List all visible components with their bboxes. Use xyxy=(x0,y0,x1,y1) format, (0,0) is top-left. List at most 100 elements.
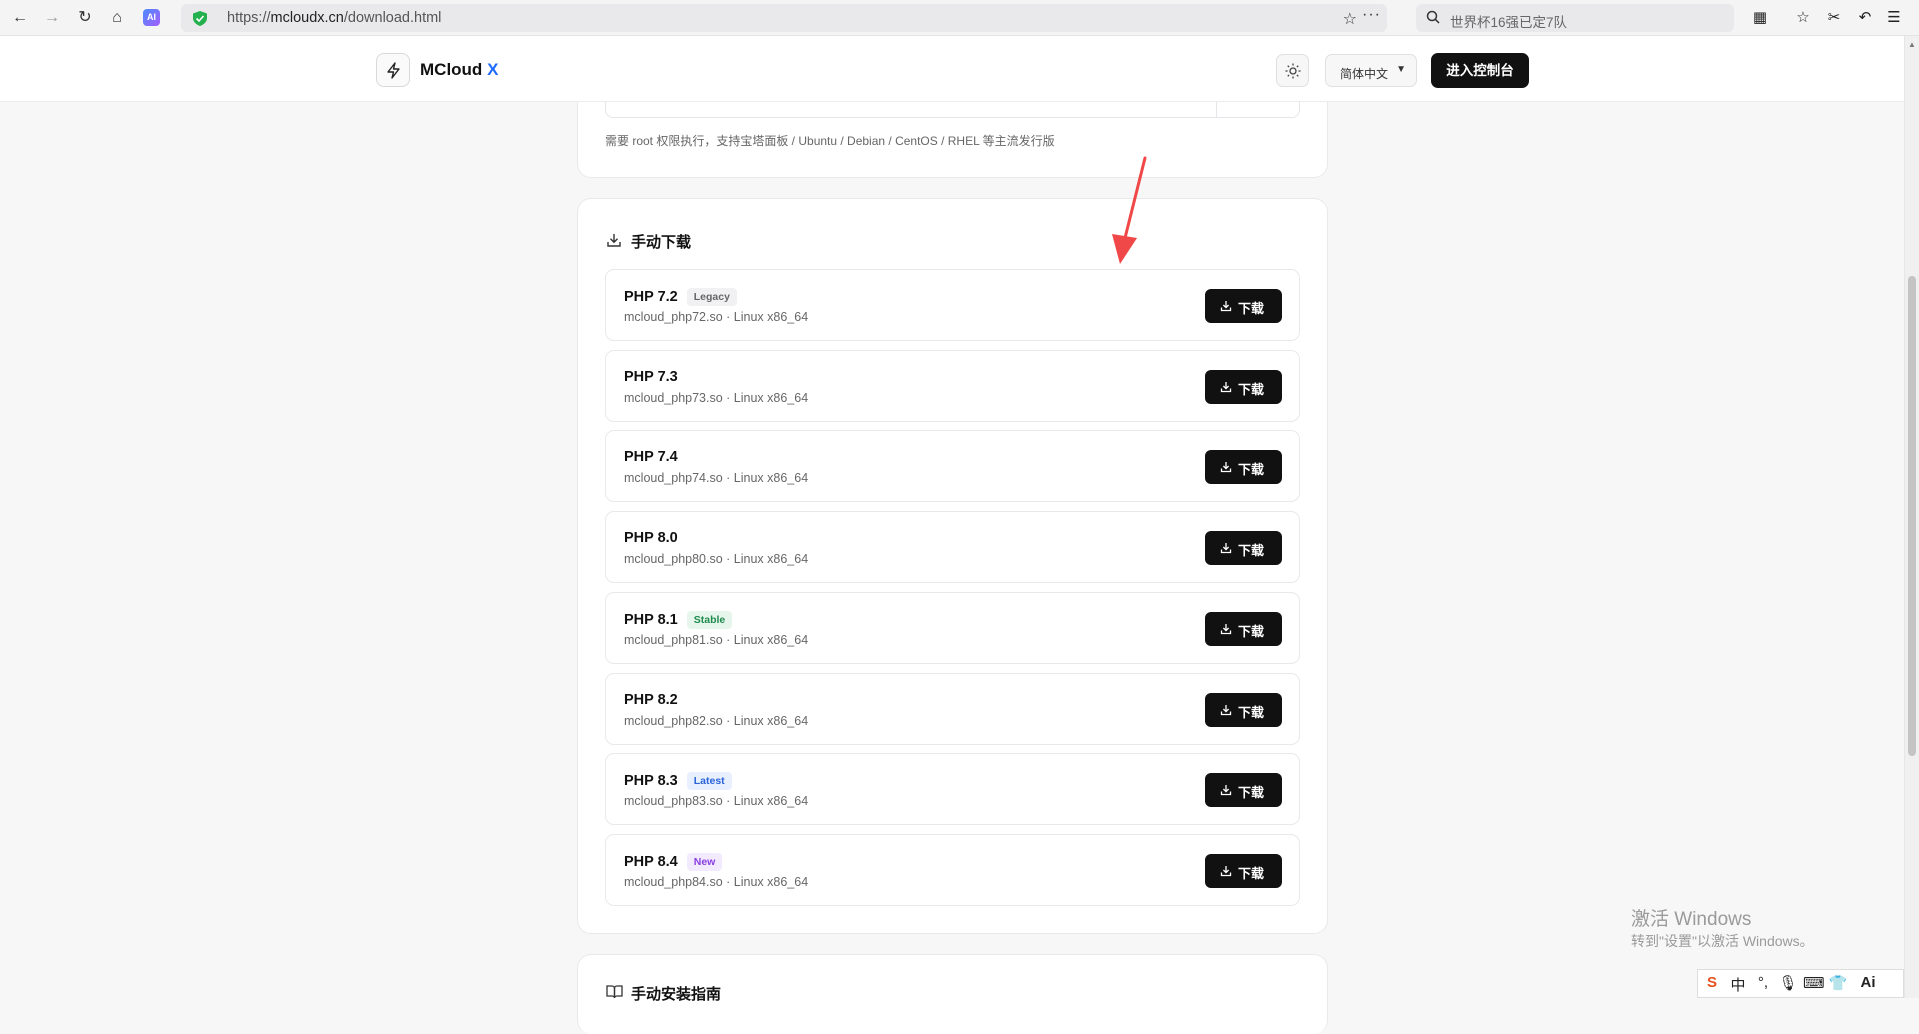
version-tag-badge: Legacy xyxy=(686,288,737,306)
shield-icon xyxy=(193,11,207,26)
file-info: mcloud_php83.so · Linux x86_64 xyxy=(624,794,809,809)
download-button[interactable]: 下载 xyxy=(1205,531,1282,566)
download-button-label: 下载 xyxy=(1238,462,1265,478)
download-icon xyxy=(1220,704,1232,715)
download-button[interactable]: 下载 xyxy=(1205,692,1282,727)
back-icon[interactable]: ← xyxy=(10,8,30,28)
download-icon xyxy=(1220,462,1232,473)
download-icon xyxy=(607,234,621,247)
version-text: PHP 7.2 xyxy=(624,289,678,305)
download-item: PHP 7.3 mcloud_php73.so · Linux x86_64 下载 xyxy=(605,349,1300,422)
home-icon[interactable]: ⌂ xyxy=(107,8,127,28)
download-icon xyxy=(1220,381,1232,392)
download-button-label: 下载 xyxy=(1238,865,1265,881)
version-tag-badge: Latest xyxy=(686,772,732,791)
download-button[interactable]: 下载 xyxy=(1205,289,1282,323)
download-item: PHP 8.4 New mcloud_php84.so · Linux x86_64… xyxy=(605,833,1300,906)
punctuation-icon[interactable]: °, xyxy=(1753,974,1773,991)
manual-download-card: 手动下载 PHP 7.2 Legacy mcloud_php72.so · Linu… xyxy=(577,198,1328,934)
version-text: PHP 8.1 xyxy=(624,611,678,628)
install-note: 需要 root 权限执行，支持宝塔面板 / Ubuntu / Debian / … xyxy=(605,134,1055,148)
forward-icon[interactable]: → xyxy=(42,8,62,28)
php-version-label: PHP 8.1 Stable xyxy=(624,610,733,629)
language-select[interactable]: 简体中文 ▼ xyxy=(1325,54,1417,87)
file-info: mcloud_php82.so · Linux x86_64 xyxy=(624,713,809,728)
php-version-label: PHP 8.3 Latest xyxy=(624,772,732,791)
page-scrollbar[interactable]: ▲ xyxy=(1904,36,1919,998)
site-header: MCloud X 简体中文 ▼ 进入控制台 xyxy=(0,36,1904,102)
scroll-thumb[interactable] xyxy=(1908,276,1916,756)
download-button[interactable]: 下载 xyxy=(1205,369,1282,404)
ime-mode-chinese[interactable]: 中 xyxy=(1728,974,1748,995)
php-version-label: PHP 8.0 xyxy=(624,530,678,546)
address-bar[interactable]: https://mcloudx.cn/download.html ☆ ··· xyxy=(181,4,1387,32)
download-icon xyxy=(1220,623,1232,634)
manual-download-title: 手动下载 xyxy=(631,234,692,251)
chevron-down-icon: ▼ xyxy=(1396,64,1406,75)
download-button[interactable]: 下载 xyxy=(1205,450,1282,485)
download-button[interactable]: 下载 xyxy=(1205,853,1282,888)
url-text: https://mcloudx.cn/download.html xyxy=(227,10,442,26)
download-button[interactable]: 下载 xyxy=(1205,611,1282,646)
skin-icon[interactable]: 👕 xyxy=(1828,974,1848,992)
bookmark-star-icon[interactable]: ☆ xyxy=(1343,9,1357,29)
download-item: PHP 7.2 Legacy mcloud_php72.so · Linux x86… xyxy=(605,269,1300,341)
version-text: PHP 8.0 xyxy=(624,530,678,547)
download-item: PHP 8.1 Stable mcloud_php81.so · Linux x86… xyxy=(605,591,1300,664)
sun-icon xyxy=(1285,63,1301,79)
download-button-label: 下载 xyxy=(1238,704,1265,720)
php-version-label: PHP 7.2 Legacy xyxy=(624,288,737,306)
install-guide-card: 手动安装指南 xyxy=(577,954,1328,1034)
windows-activation-title: 激活 Windows xyxy=(1631,909,1752,930)
file-info: mcloud_php80.so · Linux x86_64 xyxy=(624,552,809,567)
lightning-logo-icon[interactable] xyxy=(376,53,410,87)
version-text: PHP 7.4 xyxy=(624,449,678,466)
keyboard-icon[interactable]: ⌨ xyxy=(1803,974,1825,992)
version-text: PHP 8.2 xyxy=(624,691,678,708)
file-info: mcloud_php73.so · Linux x86_64 xyxy=(624,390,809,405)
download-button-label: 下载 xyxy=(1238,623,1265,639)
download-button-label: 下载 xyxy=(1238,785,1265,801)
ai-ime-icon[interactable]: Ai xyxy=(1858,974,1878,991)
apps-grid-icon[interactable]: ▦ xyxy=(1750,8,1770,28)
reload-icon[interactable]: ↻ xyxy=(75,8,95,28)
file-info: mcloud_php84.so · Linux x86_64 xyxy=(624,874,809,889)
version-tag-badge: New xyxy=(686,852,723,871)
ai-assistant-icon[interactable]: AI xyxy=(143,9,160,26)
ime-toolbar: S 中 °, 🎙 ⌨ 👕 Ai xyxy=(1697,969,1904,998)
search-text: 世界杯16强已定7队 xyxy=(1450,15,1568,30)
file-info: mcloud_php72.so · Linux x86_64 xyxy=(624,310,809,324)
download-item: PHP 8.2 mcloud_php82.so · Linux x86_64 下载 xyxy=(605,672,1300,745)
scissors-icon[interactable]: ✂ xyxy=(1824,8,1844,28)
file-info: mcloud_php74.so · Linux x86_64 xyxy=(624,471,809,486)
download-item: PHP 8.3 Latest mcloud_php83.so · Linux x86… xyxy=(605,753,1300,826)
download-icon xyxy=(1220,785,1232,796)
download-button[interactable]: 下载 xyxy=(1205,773,1282,808)
search-icon xyxy=(1426,10,1440,24)
download-icon xyxy=(1220,301,1232,312)
microphone-icon[interactable]: 🎙 xyxy=(1778,974,1798,992)
download-button-label: 下载 xyxy=(1238,543,1265,559)
enter-console-button[interactable]: 进入控制台 xyxy=(1431,53,1529,88)
php-version-label: PHP 8.4 New xyxy=(624,852,723,871)
version-text: PHP 8.4 xyxy=(624,853,678,870)
favorites-icon[interactable]: ☆ xyxy=(1793,8,1813,28)
download-button-label: 下载 xyxy=(1238,301,1265,316)
version-tag-badge: Stable xyxy=(686,610,733,629)
site-logo[interactable]: MCloud X xyxy=(420,60,498,80)
php-version-label: PHP 7.3 xyxy=(624,369,678,385)
language-value: 简体中文 xyxy=(1340,67,1389,81)
undo-icon[interactable]: ↶ xyxy=(1855,8,1875,28)
download-icon xyxy=(1220,543,1232,554)
download-item: PHP 7.4 mcloud_php74.so · Linux x86_64 下载 xyxy=(605,430,1300,503)
scroll-up-icon[interactable]: ▲ xyxy=(1908,40,1916,49)
sogou-logo-icon[interactable]: S xyxy=(1702,974,1722,991)
search-input[interactable]: 世界杯16强已定7队 xyxy=(1416,4,1734,32)
menu-icon[interactable]: ☰ xyxy=(1884,8,1904,28)
version-text: PHP 8.3 xyxy=(624,773,678,790)
download-item: PHP 8.0 mcloud_php80.so · Linux x86_64 下载 xyxy=(605,511,1300,584)
download-button-label: 下载 xyxy=(1238,381,1265,397)
more-dots-icon[interactable]: ··· xyxy=(1362,6,1381,24)
windows-activation-hint: 转到"设置"以激活 Windows。 xyxy=(1631,933,1814,949)
theme-toggle-button[interactable] xyxy=(1276,54,1309,87)
